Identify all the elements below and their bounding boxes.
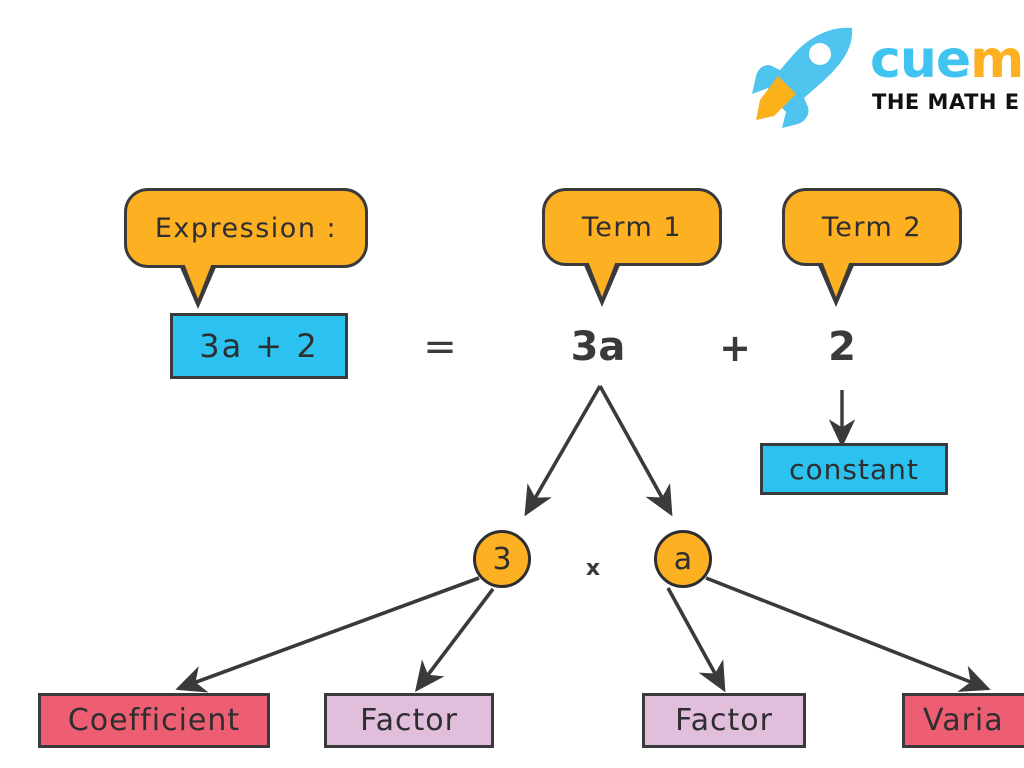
brand-logo: cuema THE MATH E bbox=[752, 18, 1024, 128]
coefficient-box: Coefficient bbox=[38, 693, 270, 748]
expression-box: 3a + 2 bbox=[170, 313, 348, 379]
expression-box-label: 3a + 2 bbox=[199, 327, 319, 365]
factor-3-circle: 3 bbox=[473, 530, 531, 588]
constant-box: constant bbox=[760, 443, 948, 495]
plus-operator: + bbox=[708, 324, 762, 372]
factor-left-box: Factor bbox=[324, 693, 494, 748]
callout-term2: Term 2 bbox=[782, 188, 962, 307]
multiply-operator: x bbox=[575, 552, 611, 584]
callout-term1-label: Term 1 bbox=[581, 211, 683, 243]
equals-sign: = bbox=[414, 324, 466, 370]
callout-tail-fill bbox=[822, 261, 850, 297]
factor-a-circle: a bbox=[654, 530, 712, 588]
equals-sign-label: = bbox=[423, 324, 457, 370]
term1-value-label: 3a bbox=[570, 324, 626, 370]
plus-operator-label: + bbox=[719, 326, 751, 370]
coefficient-box-label: Coefficient bbox=[67, 703, 241, 738]
callout-expression-label: Expression : bbox=[154, 212, 338, 244]
term2-value-label: 2 bbox=[828, 324, 856, 370]
callout-tail-fill bbox=[588, 261, 616, 297]
factor-right-box: Factor bbox=[642, 693, 806, 748]
callout-tail-fill bbox=[184, 263, 212, 299]
factor-3-label: 3 bbox=[492, 541, 512, 577]
factor-a-label: a bbox=[673, 541, 693, 577]
multiply-operator-label: x bbox=[585, 555, 601, 581]
diagram-canvas: cuema THE MATH E Expression : Term 1 Ter… bbox=[0, 0, 1024, 768]
callout-expression: Expression : bbox=[124, 188, 368, 309]
callout-term2-label: Term 2 bbox=[821, 211, 923, 243]
callout-term1: Term 1 bbox=[542, 188, 722, 307]
logo-wordmark: cuema bbox=[870, 34, 1024, 86]
factor-right-box-label: Factor bbox=[675, 703, 773, 738]
factor-left-box-label: Factor bbox=[360, 703, 458, 738]
term1-value: 3a bbox=[558, 322, 638, 372]
variable-box-label: Varia bbox=[923, 703, 1004, 738]
variable-box: Varia bbox=[902, 693, 1024, 748]
constant-box-label: constant bbox=[789, 452, 919, 486]
logo-word-math: ma bbox=[970, 30, 1024, 90]
logo-word-cue: cue bbox=[870, 30, 971, 90]
rocket-icon bbox=[752, 27, 853, 128]
term2-value: 2 bbox=[814, 322, 870, 372]
logo-tagline: THE MATH E bbox=[872, 90, 1020, 114]
